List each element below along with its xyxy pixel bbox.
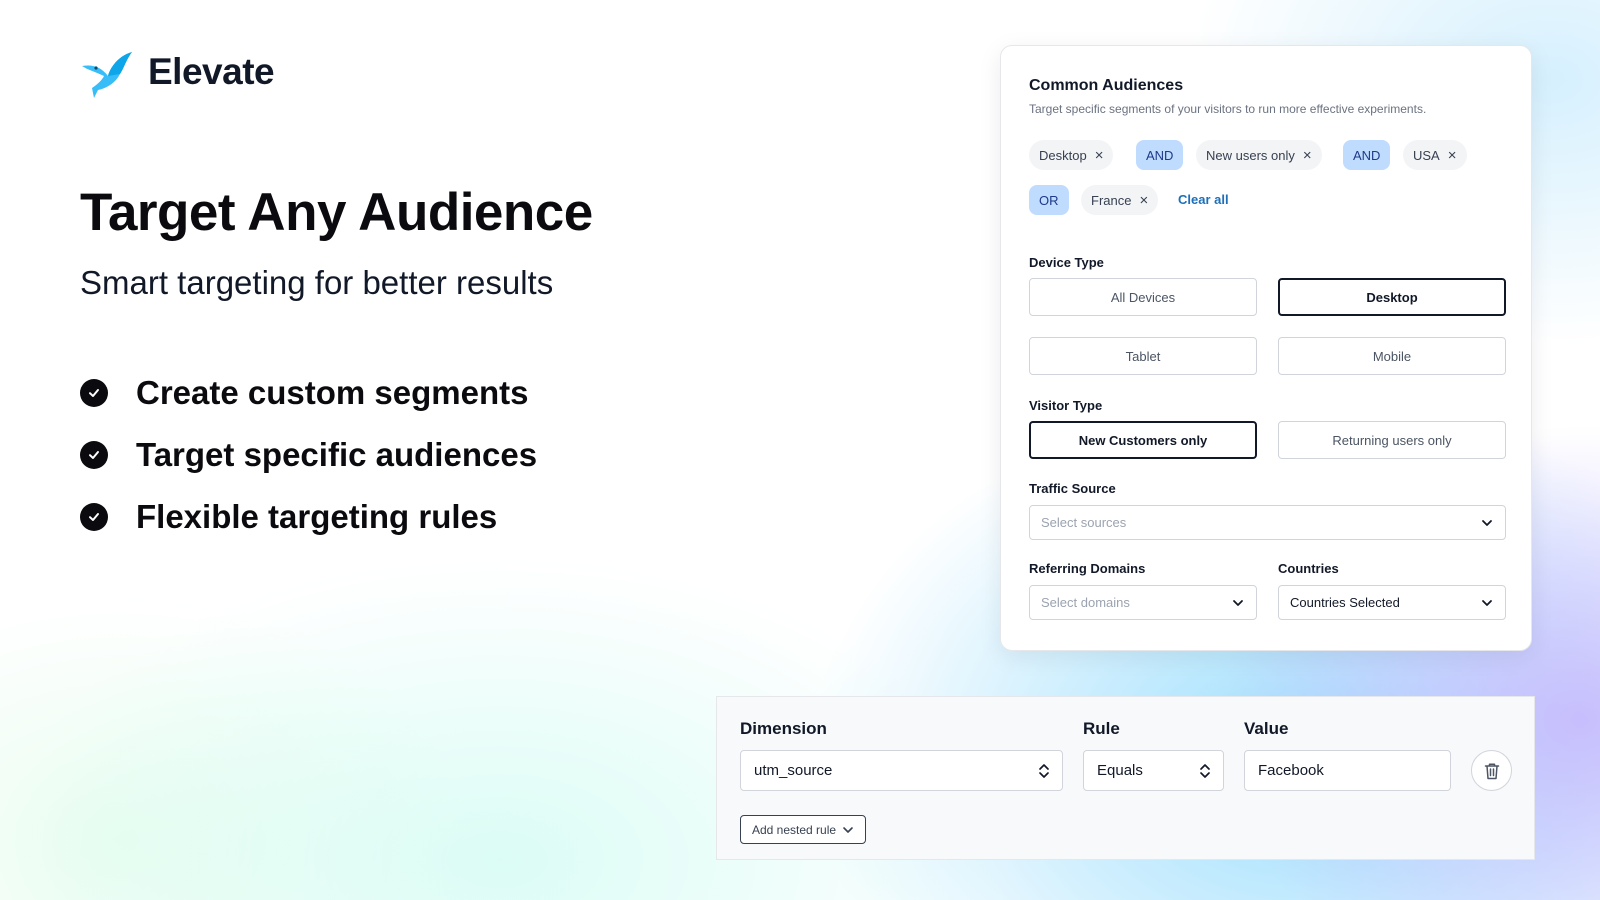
- countries-label: Countries: [1278, 561, 1339, 576]
- select-placeholder: Select domains: [1041, 595, 1130, 610]
- referring-domains-select[interactable]: Select domains: [1029, 585, 1257, 620]
- trash-icon: [1484, 762, 1499, 779]
- value-input[interactable]: Facebook: [1244, 750, 1451, 791]
- device-option-desktop[interactable]: Desktop: [1278, 278, 1506, 316]
- operator-and[interactable]: AND: [1136, 140, 1184, 170]
- hero-subtitle: Smart targeting for better results: [80, 264, 554, 301]
- chip-new-users: New users only ×: [1196, 140, 1322, 170]
- referring-domains-label: Referring Domains: [1029, 561, 1146, 576]
- dimension-label: Dimension: [740, 719, 827, 738]
- chevron-up-down-icon: [1200, 763, 1210, 778]
- add-nested-rule-button[interactable]: Add nested rule: [740, 815, 867, 844]
- feature-text: Create custom segments: [136, 374, 529, 411]
- value-label: Value: [1244, 719, 1289, 738]
- close-icon[interactable]: ×: [1095, 148, 1104, 163]
- chevron-down-icon: [1482, 599, 1492, 606]
- select-value: Countries Selected: [1290, 595, 1400, 610]
- card-title: Common Audiences: [1029, 77, 1184, 94]
- dimension-select[interactable]: utm_source: [740, 750, 1063, 791]
- feature-item: Flexible targeting rules: [80, 486, 537, 548]
- check-circle-icon: [80, 379, 108, 407]
- chevron-down-icon: [843, 826, 853, 833]
- check-circle-icon: [80, 441, 108, 469]
- feature-item: Target specific audiences: [80, 424, 537, 486]
- device-type-label: Device Type: [1029, 255, 1104, 270]
- device-option-all[interactable]: All Devices: [1029, 278, 1257, 316]
- clear-all-link[interactable]: Clear all: [1178, 185, 1229, 215]
- chip-label: France: [1091, 192, 1132, 208]
- device-option-mobile[interactable]: Mobile: [1278, 337, 1506, 375]
- chip-label: USA: [1413, 147, 1440, 163]
- feature-text: Flexible targeting rules: [136, 498, 498, 535]
- visitor-type-label: Visitor Type: [1029, 398, 1103, 413]
- feature-item: Create custom segments: [80, 362, 537, 424]
- traffic-source-select[interactable]: Select sources: [1029, 505, 1506, 540]
- brand-name: Elevate: [148, 51, 275, 92]
- close-icon[interactable]: ×: [1303, 148, 1312, 163]
- feature-list: Create custom segments Target specific a…: [80, 362, 537, 548]
- chip-usa: USA ×: [1403, 140, 1467, 170]
- chip-label: Desktop: [1039, 147, 1087, 163]
- chip-desktop: Desktop ×: [1029, 140, 1114, 170]
- operator-or[interactable]: OR: [1029, 185, 1069, 215]
- check-circle-icon: [80, 503, 108, 531]
- visitor-option-new[interactable]: New Customers only: [1029, 421, 1257, 459]
- feature-text: Target specific audiences: [136, 436, 538, 473]
- card-description: Target specific segments of your visitor…: [1029, 102, 1427, 116]
- rule-builder-panel: Dimension Rule Value utm_source Equals F…: [716, 696, 1535, 860]
- value-text: Facebook: [1258, 762, 1324, 779]
- countries-select[interactable]: Countries Selected: [1278, 585, 1506, 620]
- close-icon[interactable]: ×: [1448, 148, 1457, 163]
- add-nested-rule-label: Add nested rule: [752, 822, 837, 837]
- visitor-option-returning[interactable]: Returning users only: [1278, 421, 1506, 459]
- delete-rule-button[interactable]: [1471, 750, 1512, 791]
- rule-select[interactable]: Equals: [1083, 750, 1224, 791]
- chevron-down-icon: [1482, 519, 1492, 526]
- traffic-source-label: Traffic Source: [1029, 481, 1116, 496]
- hummingbird-icon: [82, 52, 132, 98]
- rule-value: Equals: [1097, 762, 1143, 779]
- device-option-tablet[interactable]: Tablet: [1029, 337, 1257, 375]
- brand-logo: Elevate: [80, 46, 275, 98]
- common-audiences-card: Common Audiences Target specific segment…: [1000, 45, 1532, 651]
- chevron-down-icon: [1233, 599, 1243, 606]
- chevron-up-down-icon: [1039, 763, 1049, 778]
- close-icon[interactable]: ×: [1139, 193, 1148, 208]
- dimension-value: utm_source: [754, 762, 833, 779]
- operator-and[interactable]: AND: [1343, 140, 1391, 170]
- chip-france: France ×: [1081, 185, 1159, 215]
- select-placeholder: Select sources: [1041, 515, 1127, 530]
- chip-label: New users only: [1206, 147, 1295, 163]
- rule-label: Rule: [1083, 719, 1120, 738]
- hero-title: Target Any Audience: [80, 183, 593, 242]
